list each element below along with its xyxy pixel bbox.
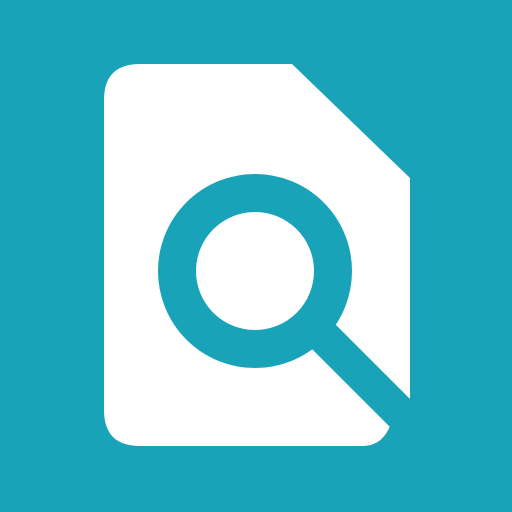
file-search-app-icon <box>0 0 512 512</box>
file-search-icon <box>0 0 512 512</box>
